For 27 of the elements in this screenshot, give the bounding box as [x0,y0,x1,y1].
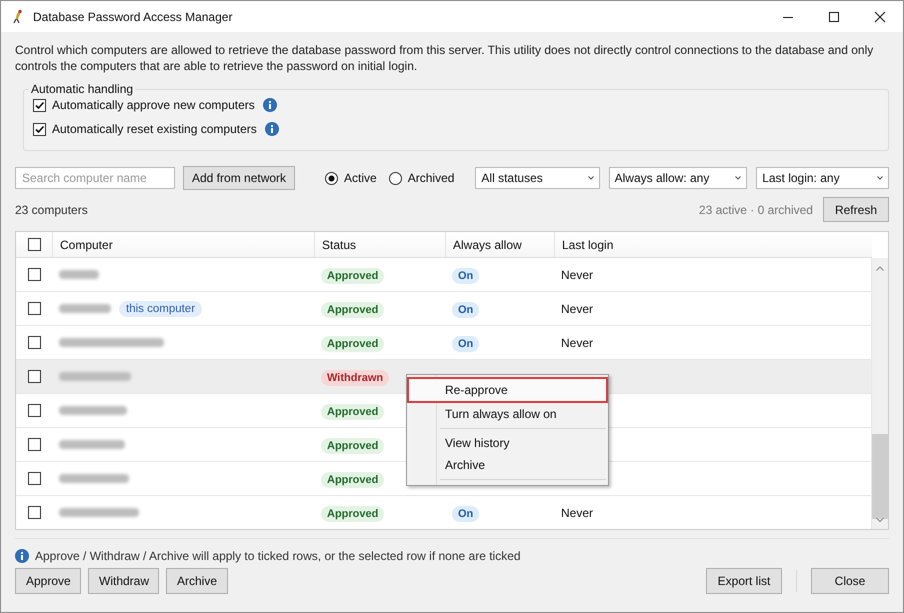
status-tag: Approved [321,302,384,318]
checkbox-label: Automatically approve new computers [52,98,255,112]
status-tag: Approved [321,506,384,522]
always-allow-tag: On [452,336,480,352]
status-tag: Withdrawn [321,370,390,386]
description-text: Control which computers are allowed to retrieve the database password from this server. This utility does not directly control connections to the database and only controls the computers that are able to retrieve the password on initial login. [15,42,874,74]
status-tag: Approved [321,268,384,284]
always-allow-tag: On [452,302,480,318]
hint-text: Approve / Withdraw / Archive will apply to ticked rows, or the selected row if none are ticked [35,549,521,563]
status-tag: Approved [321,404,384,420]
radio-label: Archived [408,171,454,185]
computer-count: 23 computers [15,202,88,216]
window-title: Database Password Access Manager [33,10,232,24]
always-allow-tag: On [452,268,480,284]
status-tag: Approved [321,336,384,352]
last-login-cell: Never [561,336,594,350]
this-computer-tag: this computer [119,300,202,316]
status-tag: Approved [321,472,384,488]
summary-text: 23 active · 0 archived [698,202,813,216]
group-title: Automatic handling [30,82,134,96]
last-login-cell: Never [561,506,594,520]
status-tag: Approved [321,438,384,454]
last-login-cell: Never [561,268,594,282]
last-login-cell: Never [561,302,594,316]
checkbox-label: Automatically reset existing computers [52,122,257,136]
always-allow-tag: On [452,506,480,522]
radio-label: Active [344,171,377,185]
